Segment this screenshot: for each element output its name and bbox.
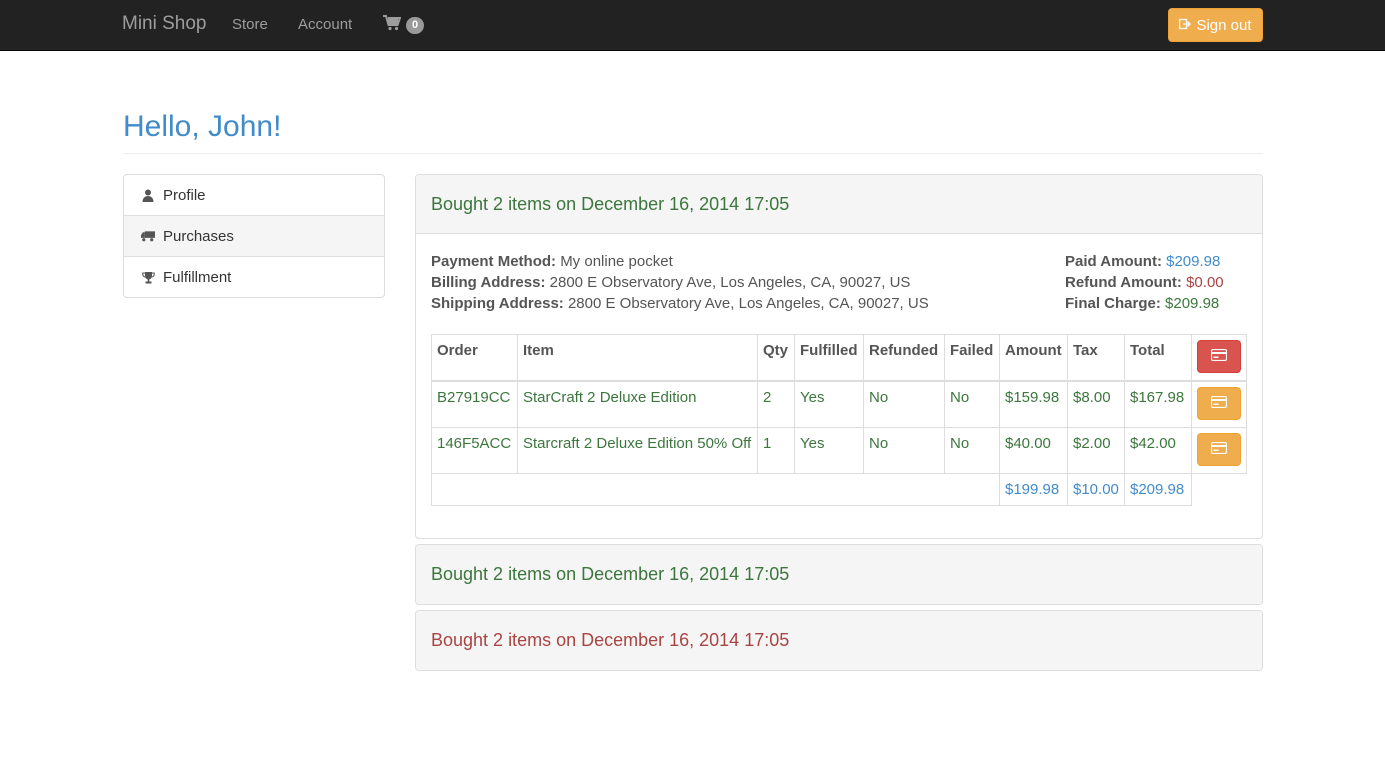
purchase-panel-heading[interactable]: Bought 2 items on December 16, 2014 17:0… <box>416 175 1262 234</box>
paid-amount-label: Paid Amount: <box>1065 253 1162 270</box>
total-cell: $42.00 <box>1124 427 1192 474</box>
payment-summary: Paid Amount: $209.98 Refund Amount: $0.0… <box>1065 251 1224 314</box>
table-row: 146F5ACC Starcraft 2 Deluxe Edition 50% … <box>431 427 1247 474</box>
cart-link[interactable]: 0 <box>383 15 425 35</box>
refund-all-button[interactable] <box>1197 340 1241 373</box>
tax-cell: $8.00 <box>1067 380 1125 428</box>
order-id-cell[interactable]: B27919CC <box>431 380 518 428</box>
purchase-details: Payment Method: My online pocket Billing… <box>431 251 929 314</box>
totals-row: $199.98 $10.00 $209.98 <box>431 473 1247 506</box>
payment-method-label: Payment Method: <box>431 253 557 270</box>
totals-empty-cell <box>1192 474 1247 506</box>
table-header-row: Order Item Qty Fulfilled Refunded Failed… <box>431 334 1247 382</box>
failed-cell: No <box>944 427 1000 474</box>
truck-icon <box>141 229 155 243</box>
sign-out-button[interactable]: Sign out <box>1168 8 1263 42</box>
top-navbar: Mini Shop Store Account 0 Sign out <box>0 0 1385 51</box>
orders-table: Order Item Qty Fulfilled Refunded Failed… <box>431 334 1247 506</box>
refunded-cell: No <box>863 427 945 474</box>
purchase-panel: Bought 2 items on December 16, 2014 17:0… <box>415 174 1263 539</box>
total-tax-cell: $10.00 <box>1067 473 1125 506</box>
column-header-qty: Qty <box>757 334 795 382</box>
order-id-cell[interactable]: 146F5ACC <box>431 427 518 474</box>
action-cell <box>1191 380 1247 428</box>
refunded-cell: No <box>863 380 945 428</box>
sidebar-item-profile[interactable]: Profile <box>123 174 385 216</box>
sidebar-item-purchases[interactable]: Purchases <box>123 215 385 257</box>
sidebar-item-fulfillment[interactable]: Fulfillment <box>123 256 385 298</box>
shipping-address-value: 2800 E Observatory Ave, Los Angeles, CA,… <box>567 295 929 312</box>
credit-card-icon <box>1210 441 1228 458</box>
amount-cell: $159.98 <box>999 380 1068 428</box>
user-icon <box>141 188 155 202</box>
column-header-fulfilled: Fulfilled <box>794 334 864 382</box>
nav-account-link[interactable]: Account <box>298 16 352 33</box>
column-header-tax: Tax <box>1067 334 1125 382</box>
refund-amount-label: Refund Amount: <box>1065 274 1182 291</box>
purchase-panel-heading[interactable]: Bought 2 items on December 16, 2014 17:0… <box>416 611 1262 670</box>
trophy-icon <box>141 270 155 284</box>
cart-count-badge: 0 <box>406 16 425 34</box>
page-title: Hello, John! <box>123 110 282 143</box>
purchase-panel: Bought 2 items on December 16, 2014 17:0… <box>415 610 1263 671</box>
brand-link[interactable]: Mini Shop <box>122 13 207 35</box>
purchase-panel-heading[interactable]: Bought 2 items on December 16, 2014 17:0… <box>416 545 1262 604</box>
sidebar-item-label: Purchases <box>163 227 234 245</box>
billing-address-label: Billing Address: <box>431 274 546 291</box>
column-header-total: Total <box>1124 334 1192 382</box>
account-sidebar: Profile Purchases Fulfillment <box>123 174 385 298</box>
paid-amount-value: $209.98 <box>1166 253 1221 270</box>
column-header-refunded: Refunded <box>863 334 945 382</box>
shipping-address-label: Shipping Address: <box>431 295 564 312</box>
refund-amount-value: $0.00 <box>1186 274 1224 291</box>
action-cell <box>1191 427 1247 474</box>
qty-cell: 1 <box>757 427 795 474</box>
sidebar-item-label: Profile <box>163 186 206 204</box>
billing-address-value: 2800 E Observatory Ave, Los Angeles, CA,… <box>549 274 911 291</box>
column-header-failed: Failed <box>944 334 1000 382</box>
final-charge-value: $209.98 <box>1165 295 1220 312</box>
refund-item-button[interactable] <box>1197 433 1241 466</box>
refund-item-button[interactable] <box>1197 387 1241 420</box>
title-divider <box>123 153 1263 154</box>
item-name-cell[interactable]: StarCraft 2 Deluxe Edition <box>517 380 758 428</box>
qty-cell: 2 <box>757 380 795 428</box>
column-header-amount: Amount <box>999 334 1068 382</box>
item-name-cell[interactable]: Starcraft 2 Deluxe Edition 50% Off <box>517 427 758 474</box>
column-header-action <box>1191 334 1247 382</box>
final-charge-label: Final Charge: <box>1065 295 1161 312</box>
sign-out-icon <box>1179 17 1192 34</box>
total-cell: $167.98 <box>1124 380 1192 428</box>
column-header-item: Item <box>517 334 758 382</box>
fulfilled-cell: Yes <box>794 380 864 428</box>
amount-cell: $40.00 <box>999 427 1068 474</box>
fulfilled-cell: Yes <box>794 427 864 474</box>
sidebar-item-label: Fulfillment <box>163 268 232 286</box>
table-row: B27919CC StarCraft 2 Deluxe Edition 2 Ye… <box>431 380 1247 428</box>
payment-method-value: My online pocket <box>560 253 673 270</box>
credit-card-icon <box>1210 348 1228 365</box>
sign-out-label: Sign out <box>1196 16 1252 34</box>
totals-spacer-cell <box>431 473 1000 506</box>
column-header-order: Order <box>431 334 518 382</box>
nav-store-link[interactable]: Store <box>232 16 268 33</box>
credit-card-icon <box>1210 395 1228 412</box>
shopping-cart-icon <box>383 15 402 35</box>
failed-cell: No <box>944 380 1000 428</box>
purchase-panel: Bought 2 items on December 16, 2014 17:0… <box>415 544 1263 605</box>
tax-cell: $2.00 <box>1067 427 1125 474</box>
total-amount-cell: $199.98 <box>999 473 1068 506</box>
grand-total-cell: $209.98 <box>1124 473 1192 506</box>
